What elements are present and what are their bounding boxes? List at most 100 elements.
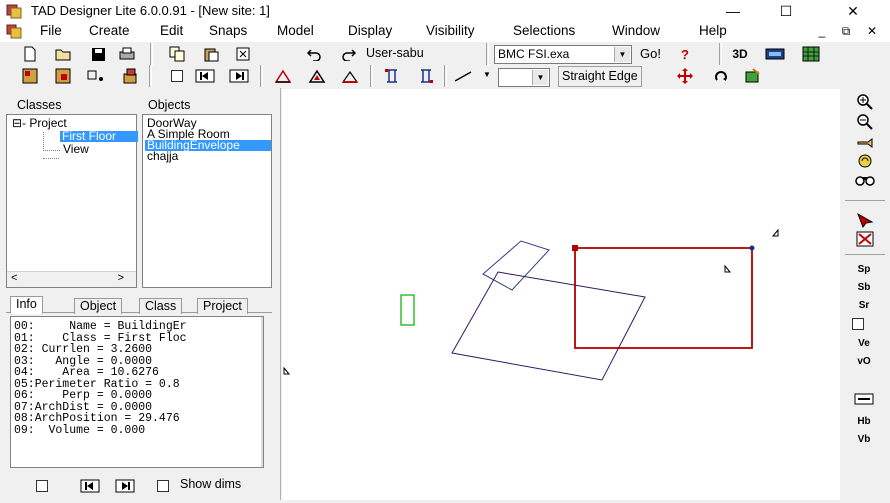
tool-sb[interactable]: Sb	[851, 277, 877, 297]
zoom-in-icon[interactable]	[852, 92, 878, 112]
object-item[interactable]: chajja	[145, 150, 271, 162]
scroll-left-icon[interactable]: <	[11, 272, 17, 284]
triangle-filled-icon[interactable]	[305, 65, 329, 87]
paste-icon[interactable]	[199, 43, 223, 65]
simple-room-shape[interactable]	[451, 271, 646, 381]
rotate-icon[interactable]	[709, 65, 733, 87]
snap-combo[interactable]: ▼	[498, 68, 550, 87]
column-tool-icon[interactable]	[380, 65, 404, 87]
menu-help[interactable]: Help	[699, 23, 727, 38]
snap-tool-icon[interactable]	[851, 389, 877, 409]
deselect-icon[interactable]	[852, 229, 878, 249]
tool-sr[interactable]: Sr	[851, 295, 877, 315]
info-line: 06: Perp = 0.0000	[14, 389, 153, 402]
mdi-minimize-button[interactable]: _	[812, 24, 832, 40]
mdi-restore-button[interactable]: ⧉	[836, 24, 856, 40]
close-button[interactable]: ✕	[830, 0, 876, 22]
triangle-base-icon[interactable]	[338, 65, 362, 87]
cut-icon[interactable]	[232, 43, 256, 65]
exa-file-combo[interactable]: BMC FSI.exa ▼	[494, 45, 632, 64]
maximize-button[interactable]: ☐	[763, 0, 809, 22]
chajja-shape[interactable]	[482, 240, 550, 291]
menu-create[interactable]: Create	[89, 23, 130, 38]
tab-info[interactable]: Info	[10, 296, 43, 314]
select-arrow-icon[interactable]	[852, 210, 878, 230]
new-file-icon[interactable]	[18, 43, 42, 65]
envelope-vertex[interactable]	[749, 245, 755, 251]
tree-node-project[interactable]: ⊟- Project	[10, 117, 67, 129]
beam-tool-icon[interactable]	[414, 65, 438, 87]
save-icon[interactable]	[86, 43, 110, 65]
tree-node-first-floor[interactable]: First Floor	[60, 130, 138, 142]
door-shape[interactable]	[400, 294, 415, 326]
tab-project[interactable]: Project	[197, 298, 248, 314]
render-icon[interactable]	[763, 43, 787, 65]
view-3d-button[interactable]: 3D	[728, 43, 752, 65]
next-record-icon[interactable]	[113, 475, 137, 497]
redo-icon[interactable]	[337, 43, 361, 65]
classes-scrollbar[interactable]: < >	[7, 271, 136, 287]
move-icon[interactable]	[673, 65, 697, 87]
binoculars-icon[interactable]	[852, 169, 878, 189]
tool-he[interactable]: Ve	[851, 333, 877, 353]
tool-vb[interactable]: Vb	[851, 429, 877, 449]
tool-hb[interactable]: Hb	[851, 411, 877, 431]
query-icon[interactable]	[84, 65, 108, 87]
prev-record-icon[interactable]	[78, 475, 102, 497]
marker-icon	[771, 228, 779, 237]
layers-icon[interactable]	[118, 65, 142, 87]
info-panel: 00: Name = BuildingEr 01: Class = First F…	[10, 316, 264, 468]
tool-sp[interactable]: Sp	[851, 259, 877, 279]
tool-ve[interactable]: vO	[851, 351, 877, 371]
plan-drawing	[283, 228, 779, 381]
menu-selections[interactable]: Selections	[513, 23, 575, 38]
menu-model[interactable]: Model	[277, 23, 314, 38]
drawing-canvas[interactable]	[282, 89, 840, 500]
pan-hand-icon[interactable]	[852, 132, 878, 152]
building-envelope-shape[interactable]	[574, 247, 753, 349]
menu-window[interactable]: Window	[612, 23, 660, 38]
triangle-tool-icon[interactable]	[271, 65, 295, 87]
menu-display[interactable]: Display	[348, 23, 392, 38]
menu-edit[interactable]: Edit	[160, 23, 183, 38]
tool-vo[interactable]	[851, 369, 877, 389]
info-line: 09: Volume = 0.000	[14, 423, 146, 437]
dropdown-arrow-icon[interactable]: ▼	[532, 70, 548, 85]
grid-icon[interactable]	[799, 43, 823, 65]
scroll-right-icon[interactable]: >	[118, 272, 124, 284]
classes-icon[interactable]	[18, 65, 42, 87]
objects-icon[interactable]	[51, 65, 75, 87]
dropdown-arrow-icon[interactable]: ▼	[614, 47, 630, 62]
show-dims-checkbox[interactable]	[157, 480, 169, 492]
right-toolbar-checkbox[interactable]	[852, 318, 864, 330]
straight-edge-button[interactable]: Straight Edge	[558, 66, 642, 87]
paint-icon[interactable]	[741, 65, 765, 87]
go-button[interactable]: Go!	[640, 46, 661, 61]
menu-snaps[interactable]: Snaps	[209, 23, 247, 38]
tree-node-view[interactable]: View	[61, 143, 89, 155]
panel-splitter[interactable]	[276, 88, 281, 500]
mdi-close-button[interactable]: ✕	[862, 24, 882, 40]
step-forward-icon[interactable]	[227, 65, 251, 87]
bottom-checkbox[interactable]	[36, 480, 48, 492]
toolbar-checkbox[interactable]	[171, 70, 183, 82]
print-icon[interactable]	[115, 43, 139, 65]
copy-icon[interactable]	[165, 43, 189, 65]
zoom-out-icon[interactable]	[852, 112, 878, 132]
objects-list: DoorWay A Simple Room BuildingEnvelope c…	[142, 114, 272, 288]
undo-icon[interactable]	[302, 43, 326, 65]
step-back-icon[interactable]	[193, 65, 217, 87]
help-icon[interactable]: ?	[673, 43, 697, 65]
refresh-icon[interactable]	[852, 151, 878, 171]
document-icon[interactable]	[6, 24, 22, 39]
envelope-handle[interactable]	[572, 245, 578, 251]
minimize-button[interactable]: —	[710, 0, 756, 22]
menu-file[interactable]: File	[40, 23, 62, 38]
info-line: 08:ArchPosition = 29.476	[14, 412, 180, 425]
tab-class[interactable]: Class	[139, 298, 183, 314]
line-dropdown-icon[interactable]: ▼	[483, 70, 491, 79]
tab-object[interactable]: Object	[74, 298, 123, 314]
line-tool-icon[interactable]	[452, 65, 476, 87]
open-folder-icon[interactable]	[52, 43, 76, 65]
menu-visibility[interactable]: Visibility	[426, 23, 475, 38]
